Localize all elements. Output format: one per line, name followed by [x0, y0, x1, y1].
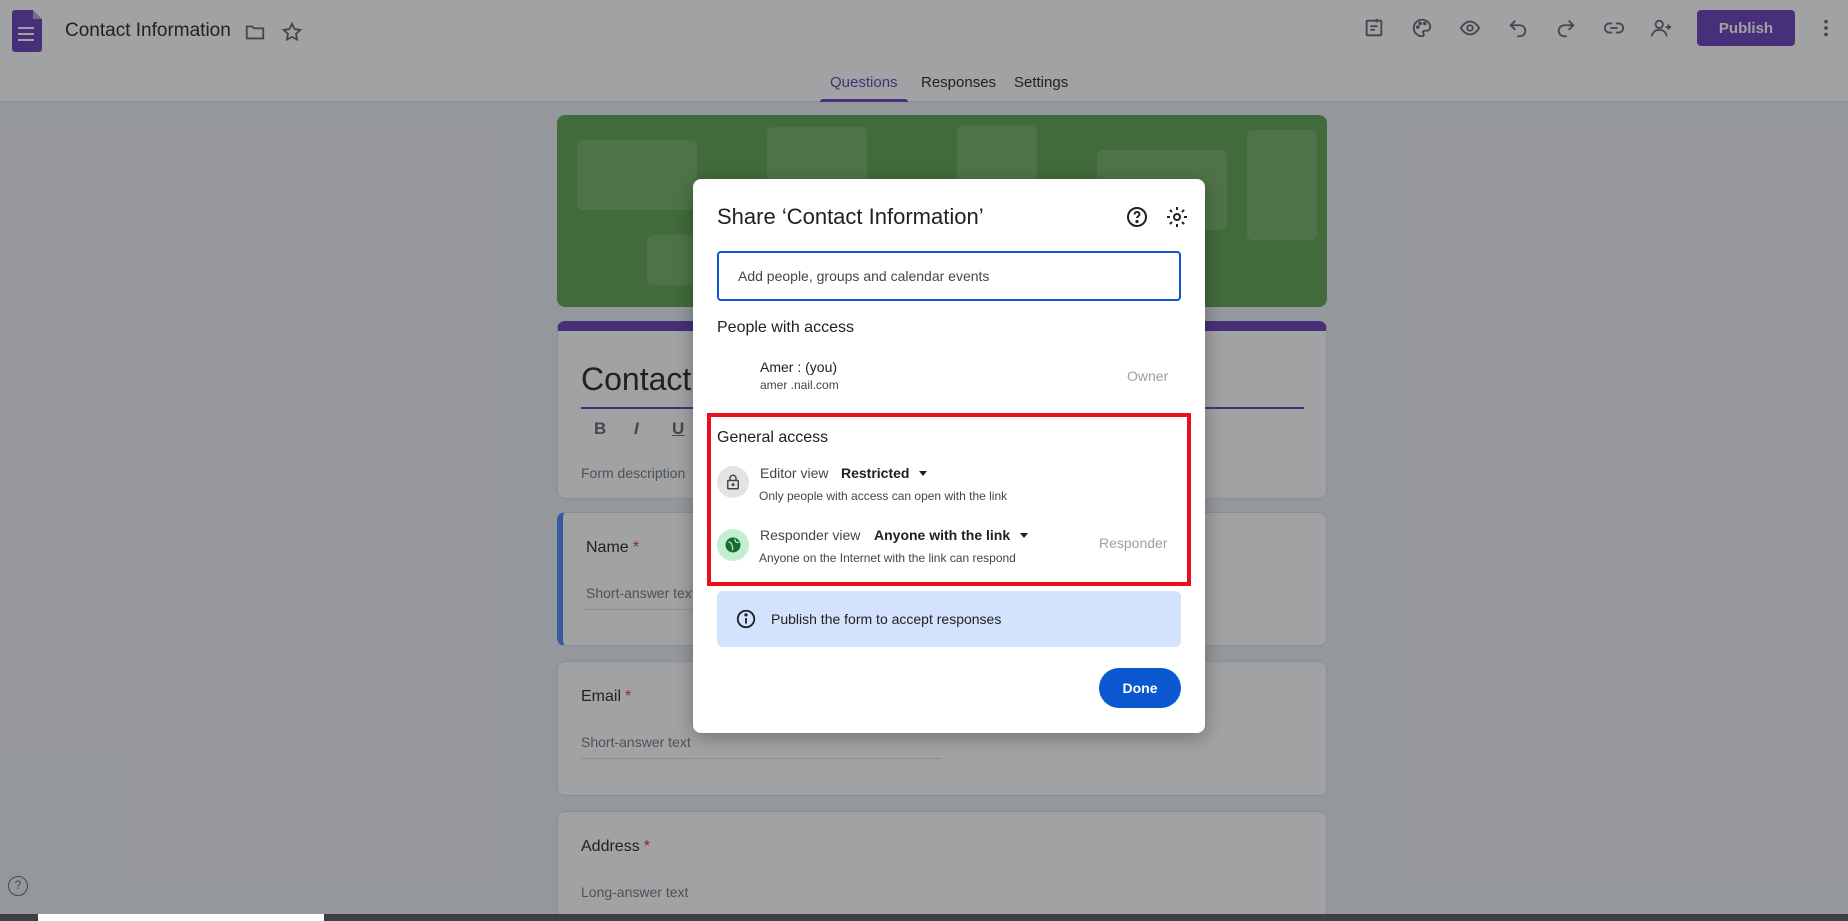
done-button[interactable]: Done	[1099, 668, 1181, 708]
publish-info-banner: Publish the form to accept responses	[717, 591, 1181, 647]
globe-icon	[717, 529, 749, 561]
add-people-input[interactable]: Add people, groups and calendar events	[717, 251, 1181, 301]
chevron-down-icon	[919, 470, 928, 476]
gear-icon[interactable]	[1165, 205, 1189, 229]
editor-access-value: Restricted	[841, 465, 910, 481]
editor-access-dropdown[interactable]: Restricted	[841, 465, 928, 481]
editor-view-label: Editor view	[760, 465, 829, 481]
share-dialog: Share ‘Contact Information’ Add people, …	[693, 179, 1205, 733]
responder-access-value: Anyone with the link	[874, 527, 1011, 543]
responder-access-description: Anyone on the Internet with the link can…	[759, 551, 1016, 565]
help-icon[interactable]	[1125, 205, 1149, 229]
people-with-access-heading: People with access	[717, 319, 854, 336]
responder-access-dropdown[interactable]: Anyone with the link	[874, 527, 1029, 543]
info-icon	[736, 609, 756, 629]
chevron-down-icon	[1020, 532, 1029, 538]
editor-access-description: Only people with access can open with th…	[759, 489, 1008, 503]
taskbar-strip	[0, 914, 1848, 921]
responder-view-label: Responder view	[760, 527, 861, 543]
publish-info-text: Publish the form to accept responses	[771, 611, 1002, 627]
lock-icon	[717, 466, 749, 498]
person-name: Amer : (you)	[760, 359, 838, 375]
general-access-heading: General access	[717, 429, 829, 446]
responder-role-label: Responder	[1099, 535, 1168, 551]
person-email: amer .nail.com	[760, 378, 839, 392]
owner-role-label: Owner	[1127, 368, 1169, 384]
dialog-title: Share ‘Contact Information’	[717, 204, 984, 229]
